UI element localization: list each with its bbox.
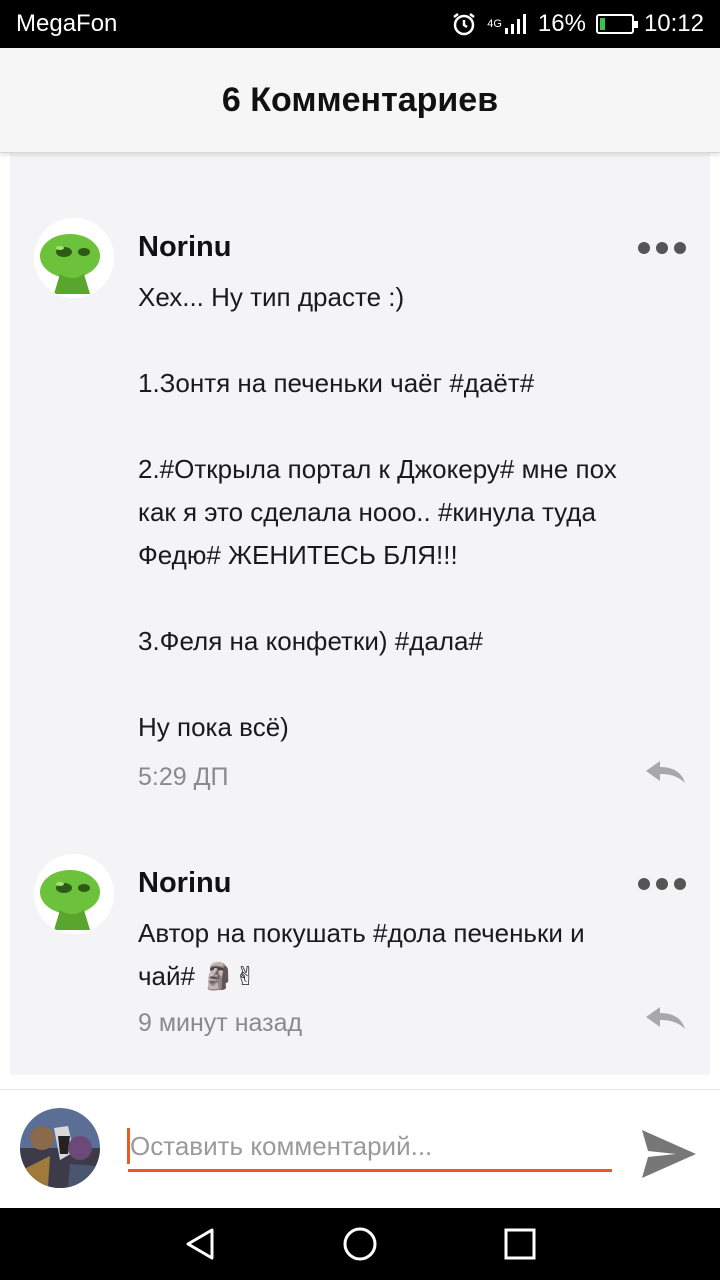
back-icon[interactable] bbox=[182, 1226, 218, 1267]
app-header: 6 Комментариев bbox=[0, 48, 720, 153]
battery-percent: 16% bbox=[537, 10, 586, 37]
page-title: 6 Комментариев bbox=[221, 80, 499, 119]
send-icon[interactable] bbox=[640, 1128, 698, 1185]
carrier-name: MegaFon bbox=[16, 10, 118, 37]
battery-fill bbox=[599, 18, 605, 30]
avatar[interactable] bbox=[34, 854, 114, 934]
comment-text: Автор на покушать #дола печеньки и чай# … bbox=[138, 918, 585, 991]
avatar[interactable] bbox=[34, 218, 114, 298]
reply-icon[interactable] bbox=[644, 1005, 686, 1036]
comment-text: Хех... Ну тип драсте :) 1.Зонтя на печен… bbox=[138, 282, 617, 742]
previous-comment-card bbox=[10, 153, 710, 193]
comments-list[interactable]: Norinu Хех... Ну тип драсте :) 1.Зонтя н… bbox=[0, 153, 720, 1089]
alien-avatar-image bbox=[34, 218, 114, 298]
comment-author[interactable]: Norinu bbox=[138, 867, 231, 900]
comment-composer bbox=[0, 1089, 720, 1208]
more-options-icon[interactable] bbox=[638, 242, 686, 254]
home-icon[interactable] bbox=[342, 1226, 378, 1267]
battery-icon bbox=[595, 14, 638, 34]
text-cursor bbox=[127, 1128, 130, 1164]
alarm-icon bbox=[451, 11, 477, 37]
recents-icon[interactable] bbox=[502, 1226, 538, 1267]
comment-time: 5:29 ДП bbox=[138, 763, 229, 791]
alien-avatar-image bbox=[34, 854, 114, 934]
system-nav-bar bbox=[0, 1208, 720, 1280]
network-type: 4G bbox=[487, 17, 502, 30]
comment-input[interactable] bbox=[128, 1124, 612, 1172]
clock: 10:12 bbox=[643, 10, 704, 37]
reply-icon[interactable] bbox=[644, 759, 686, 790]
comment-time: 9 минут назад bbox=[138, 1009, 303, 1037]
comment-author[interactable]: Norinu bbox=[138, 231, 231, 264]
user-avatar-image bbox=[20, 1108, 100, 1188]
status-bar: MegaFon 4G 16% 10:12 bbox=[0, 0, 720, 48]
signal-icon: 4G bbox=[487, 13, 528, 35]
comment-card[interactable]: Norinu Хех... Ну тип драсте :) 1.Зонтя н… bbox=[10, 193, 710, 829]
comment-card[interactable]: Norinu Автор на покушать #дола печеньки … bbox=[10, 829, 710, 1075]
more-options-icon[interactable] bbox=[638, 878, 686, 890]
user-avatar[interactable] bbox=[20, 1108, 100, 1188]
